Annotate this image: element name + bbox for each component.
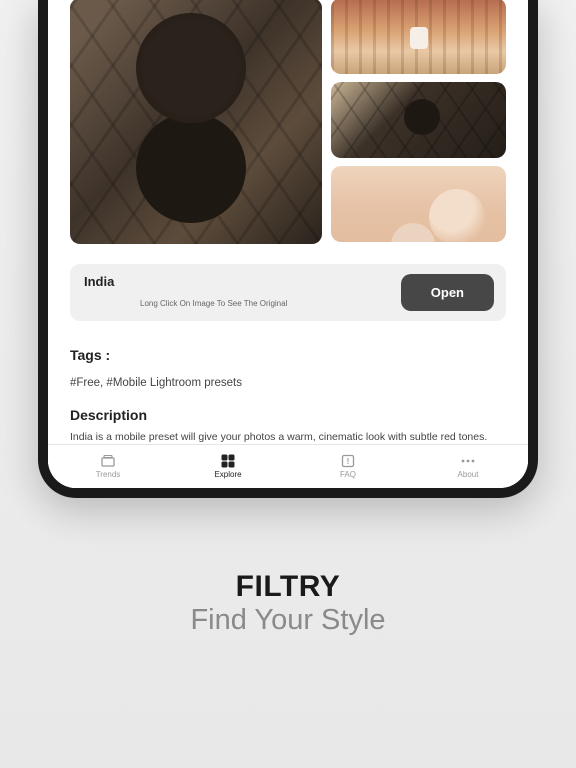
tags-heading: Tags : — [70, 347, 506, 363]
tablet-frame: India Long Click On Image To See The Ori… — [38, 0, 538, 498]
preset-title: India — [84, 274, 287, 289]
svg-text:!: ! — [347, 457, 350, 466]
main-preview-image[interactable] — [70, 0, 322, 244]
open-button[interactable]: Open — [401, 274, 494, 311]
tab-faq[interactable]: ! FAQ — [288, 445, 408, 488]
thumbnail-1[interactable] — [331, 0, 506, 74]
faq-icon: ! — [340, 454, 356, 468]
brand-name: FILTRY — [190, 570, 385, 604]
preset-info: India Long Click On Image To See The Ori… — [84, 274, 287, 308]
trends-icon — [100, 454, 116, 468]
image-gallery — [70, 0, 506, 244]
tab-explore-label: Explore — [214, 470, 241, 479]
description-heading: Description — [70, 407, 506, 423]
grid-icon — [220, 454, 236, 468]
marketing-text: FILTRY Find Your Style — [190, 570, 385, 637]
thumbnail-2[interactable] — [331, 82, 506, 158]
bottom-tab-bar: Trends Explore ! FAQ About — [48, 444, 528, 488]
thumbnail-3[interactable] — [331, 166, 506, 242]
tab-about-label: About — [458, 470, 479, 479]
content-area: India Long Click On Image To See The Ori… — [48, 0, 528, 444]
description-text: India is a mobile preset will give your … — [70, 430, 506, 444]
tab-trends-label: Trends — [96, 470, 121, 479]
tab-faq-label: FAQ — [340, 470, 356, 479]
tab-trends[interactable]: Trends — [48, 445, 168, 488]
tags-text: #Free, #Mobile Lightroom presets — [70, 377, 506, 389]
tags-section: Tags : #Free, #Mobile Lightroom presets — [70, 347, 506, 389]
thumbnail-column — [331, 0, 506, 244]
tab-explore[interactable]: Explore — [168, 445, 288, 488]
app-screen: India Long Click On Image To See The Ori… — [48, 0, 528, 488]
preset-action-bar: India Long Click On Image To See The Ori… — [70, 264, 506, 321]
long-press-hint: Long Click On Image To See The Original — [140, 299, 287, 308]
description-section: Description India is a mobile preset wil… — [70, 407, 506, 444]
more-icon — [460, 454, 476, 468]
tab-about[interactable]: About — [408, 445, 528, 488]
tagline: Find Your Style — [190, 604, 385, 637]
